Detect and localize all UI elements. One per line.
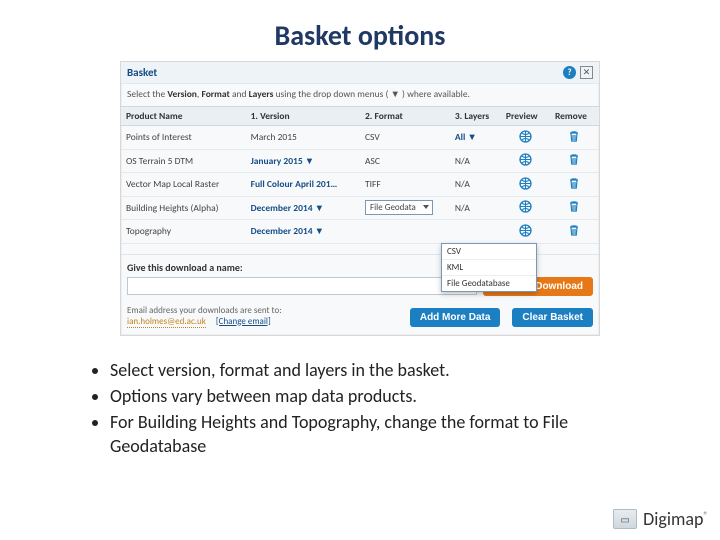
layers-cell[interactable]: All ▼ [455, 131, 477, 143]
th-format: 2. Format [360, 107, 450, 126]
globe-icon[interactable] [518, 200, 532, 214]
instr-pre: Select the [127, 88, 167, 100]
version-cell: March 2015 [251, 131, 297, 143]
product-name: OS Terrain 5 DTM [126, 155, 193, 167]
trash-icon[interactable] [567, 176, 581, 190]
format-cell: CSV [365, 131, 380, 143]
add-more-data-button[interactable]: Add More Data [410, 308, 501, 327]
dropdown-option[interactable]: KML [442, 260, 536, 276]
help-icon[interactable]: ? [563, 66, 576, 79]
th-preview: Preview [501, 107, 550, 126]
bullet-item: Options vary between map data products. [110, 384, 660, 408]
clear-basket-button[interactable]: Clear Basket [512, 308, 593, 327]
version-cell[interactable]: December 2014 ▼ [251, 202, 324, 214]
basket-panel: Basket ? ✕ Select the Version, Format an… [120, 61, 600, 336]
dropdown-option[interactable]: File Geodatabase [442, 276, 536, 291]
instr-post: using the drop down menus ( ▼ ) where av… [273, 88, 470, 100]
table-row: Building Heights (Alpha) December 2014 ▼ F… [121, 196, 599, 220]
slide-title: Basket options [0, 0, 720, 61]
close-icon[interactable]: ✕ [580, 66, 593, 79]
product-name: Building Heights (Alpha) [126, 202, 219, 214]
product-name: Topography [126, 225, 171, 237]
email-address: ian.holmes@ed.ac.uk [127, 316, 206, 328]
table-row: Vector Map Local Raster Full Colour April… [121, 173, 599, 197]
format-cell: ASC [365, 155, 380, 167]
bullet-item: For Building Heights and Topography, cha… [110, 410, 660, 459]
instr-b2: Format [201, 88, 229, 100]
globe-icon[interactable] [518, 176, 532, 190]
layers-cell: N/A [455, 178, 470, 190]
globe-icon[interactable] [518, 129, 532, 143]
bullet-item: Select version, format and layers in the… [110, 358, 660, 382]
digimap-logo-icon: ▭ [613, 509, 637, 529]
panel-header: Basket ? ✕ [121, 62, 599, 84]
th-product: Product Name [121, 107, 246, 126]
table-row: Topography December 2014 ▼ [121, 220, 599, 244]
globe-icon[interactable] [518, 153, 532, 167]
bullet-list: Select version, format and layers in the… [70, 358, 660, 459]
format-select[interactable]: File Geodata [365, 200, 433, 215]
version-cell[interactable]: December 2014 ▼ [251, 225, 324, 237]
version-cell[interactable]: Full Colour April 201… [251, 178, 338, 190]
globe-icon[interactable] [518, 223, 532, 237]
dropdown-option[interactable]: CSV [442, 244, 536, 260]
instr-m2: and [230, 88, 249, 100]
product-name: Points of Interest [126, 131, 192, 143]
email-label: Email address your downloads are sent to… [127, 305, 398, 316]
version-cell[interactable]: January 2015 ▼ [251, 155, 315, 167]
th-layers: 3. Layers [450, 107, 501, 126]
table-row: Points of Interest March 2015 CSV All ▼ [121, 126, 599, 150]
th-version: 1. Version [246, 107, 360, 126]
change-email-link[interactable]: [Change email] [216, 316, 271, 327]
format-dropdown-popup[interactable]: CSVKMLFile Geodatabase [441, 243, 537, 292]
brand-corner: ▭ Digimap® [613, 508, 708, 530]
table-row: OS Terrain 5 DTM January 2015 ▼ ASC N/A [121, 149, 599, 173]
instr-b1: Version [167, 88, 197, 100]
product-name: Vector Map Local Raster [126, 178, 219, 190]
layers-cell: N/A [455, 202, 470, 214]
format-cell: TIFF [365, 178, 381, 190]
email-row: Email address your downloads are sent to… [121, 300, 599, 335]
layers-cell: N/A [455, 155, 470, 167]
download-name-input[interactable] [127, 277, 477, 295]
trash-icon[interactable] [567, 223, 581, 237]
panel-title: Basket [127, 66, 563, 79]
instruction-text: Select the Version, Format and Layers us… [121, 84, 599, 106]
brand-text: Digimap® [643, 508, 708, 530]
th-remove: Remove [550, 107, 599, 126]
trash-icon[interactable] [567, 200, 581, 214]
instr-b3: Layers [249, 88, 274, 100]
trash-icon[interactable] [567, 153, 581, 167]
products-table: Product Name 1. Version 2. Format 3. Lay… [121, 106, 599, 244]
trash-icon[interactable] [567, 129, 581, 143]
